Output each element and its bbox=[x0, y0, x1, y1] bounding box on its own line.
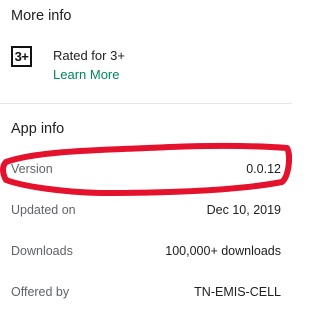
downloads-row: Downloads 100,000+ downloads bbox=[11, 244, 281, 262]
updated-on-value: Dec 10, 2019 bbox=[206, 203, 281, 217]
offered-by-row: Offered by TN-EMIS-CELL bbox=[11, 285, 281, 303]
version-value: 0.0.12 bbox=[246, 162, 281, 176]
updated-on-label: Updated on bbox=[11, 203, 76, 217]
content-rating-icon: 3+ bbox=[11, 46, 32, 67]
offered-by-value: TN-EMIS-CELL bbox=[194, 285, 281, 299]
more-info-heading: More info bbox=[11, 8, 72, 24]
content-rating-label: Rated for 3+ bbox=[53, 48, 125, 63]
learn-more-link[interactable]: Learn More bbox=[53, 67, 119, 82]
app-info-heading: App info bbox=[11, 121, 65, 137]
section-divider bbox=[0, 103, 292, 104]
updated-on-row: Updated on Dec 10, 2019 bbox=[11, 203, 281, 221]
downloads-value: 100,000+ downloads bbox=[165, 244, 281, 258]
downloads-label: Downloads bbox=[11, 244, 73, 258]
version-label: Version bbox=[11, 162, 53, 176]
version-row: Version 0.0.12 bbox=[11, 162, 281, 180]
red-circle-annotation bbox=[0, 142, 292, 196]
offered-by-label: Offered by bbox=[11, 285, 70, 299]
